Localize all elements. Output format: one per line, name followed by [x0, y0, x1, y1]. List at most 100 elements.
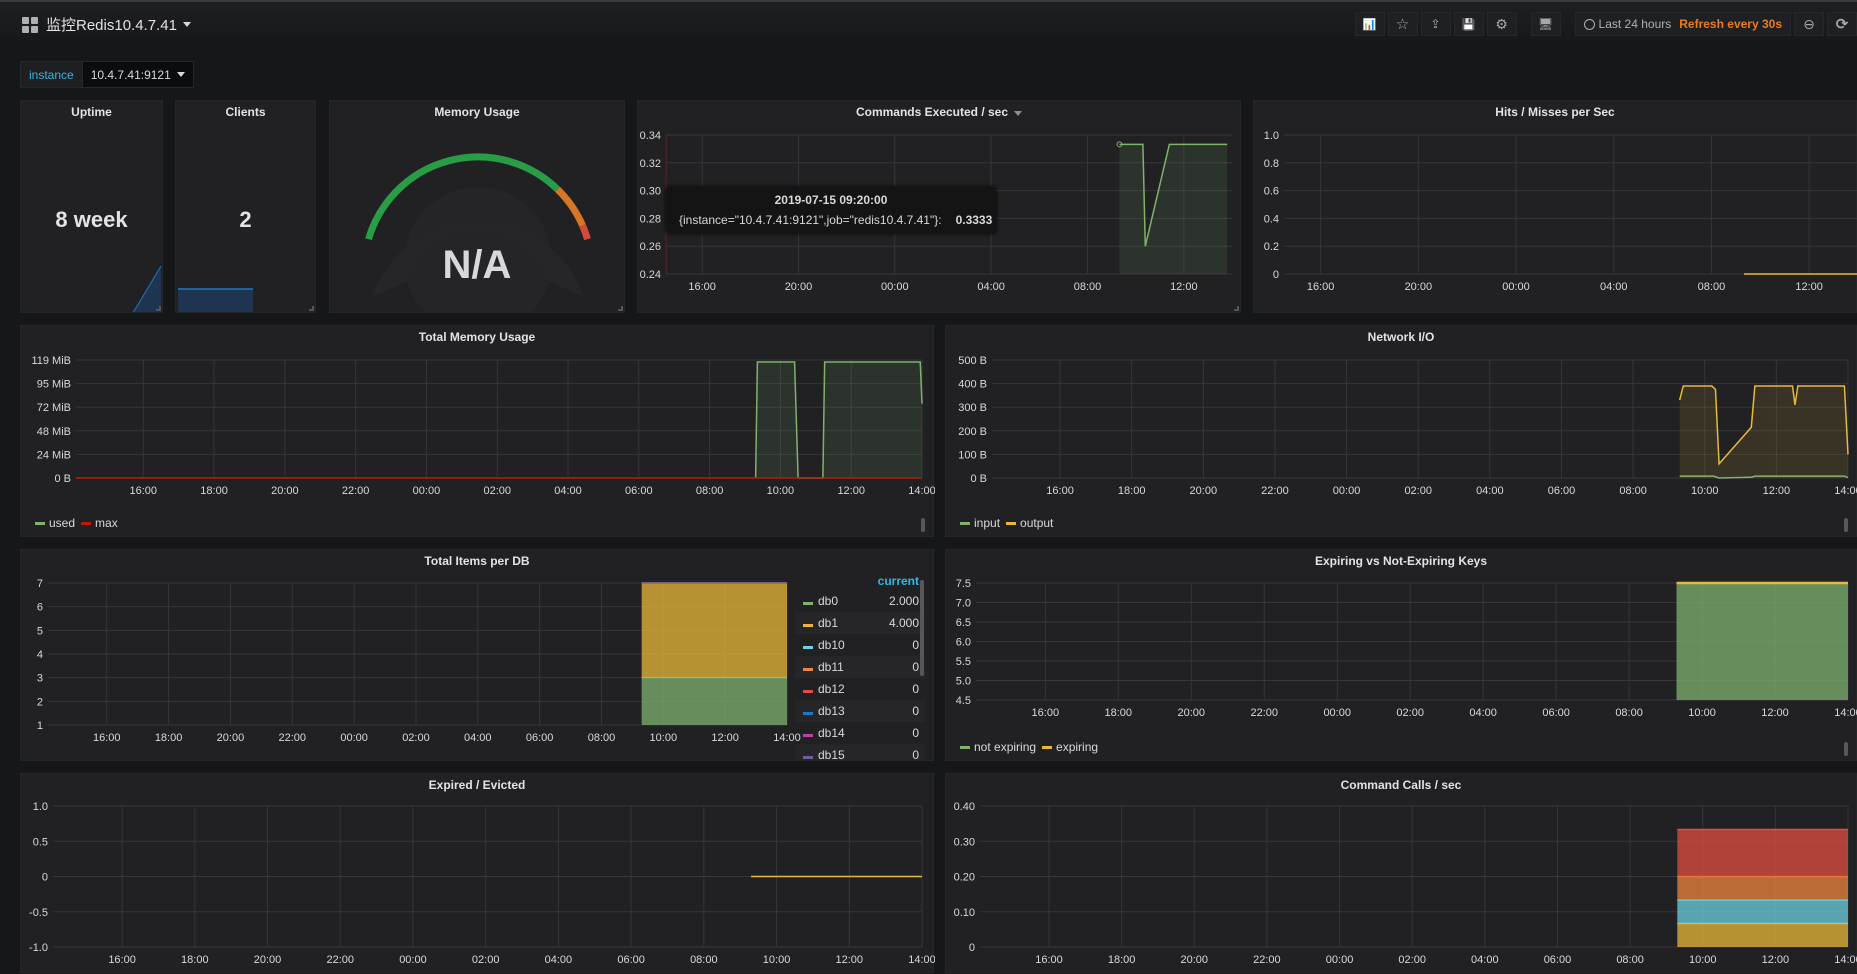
x-tick-label: 06:00: [1544, 954, 1572, 966]
x-tick-label: 04:00: [1469, 707, 1497, 719]
legend-row-db0[interactable]: db0 2.000: [795, 590, 925, 612]
x-tick-label: 18:00: [1108, 954, 1136, 966]
legend-series-name: db0: [818, 594, 839, 608]
x-tick-label: 10:00: [767, 485, 795, 497]
y-tick-label: 0.28: [640, 213, 661, 225]
monitor-icon: 🖥: [1537, 17, 1554, 31]
variable-value: 10.4.7.41:9121: [90, 67, 171, 82]
legend-row-db15[interactable]: db15 0: [795, 744, 925, 761]
legend-series-name: db1: [818, 616, 839, 630]
panel-expiring-keys[interactable]: Expiring vs Not-Expiring Keys 4.5 5.0 5.5 6…: [945, 549, 1857, 761]
series-area-cmd3: [1677, 876, 1848, 900]
legend-scrollbar[interactable]: [920, 580, 924, 676]
x-tick-label: 12:00: [836, 954, 864, 966]
legend-item-max[interactable]: max: [81, 516, 118, 530]
y-tick-label: 0.34: [640, 130, 661, 142]
y-tick-label: 0 B: [54, 473, 71, 485]
variable-dropdown-instance[interactable]: 10.4.7.41:9121: [81, 61, 194, 88]
y-tick-label: -1.0: [29, 942, 48, 954]
x-tick-label: 00:00: [1333, 485, 1361, 497]
add-panel-button[interactable]: 📊: [1354, 12, 1385, 36]
panel-expired-evicted[interactable]: Expired / Evicted -1.0 -0.5 0 0.5 1.0 16:00 18…: [20, 773, 935, 973]
dashboard-title-picker[interactable]: 监控Redis10.4.7.41: [22, 14, 191, 35]
share-button[interactable]: ⇪: [1420, 12, 1451, 36]
panel-network-io[interactable]: Network I/O 0 B 100 B 200 B 300 B 400 B 500 B…: [945, 325, 1857, 537]
legend-series-name: db11: [818, 660, 844, 674]
x-tick-label: 04:00: [1600, 281, 1628, 293]
x-tick-label: 14:00: [908, 485, 935, 497]
zoom-out-button[interactable]: ⊖: [1794, 12, 1824, 36]
legend-scrollbar[interactable]: [1844, 518, 1848, 532]
legend-swatch: [803, 734, 813, 737]
panel-resize-handle[interactable]: [1234, 306, 1239, 311]
legend-row-db13[interactable]: db13 0: [795, 700, 925, 722]
panel-uptime[interactable]: Uptime 8 week: [20, 100, 163, 313]
x-tick-label: 04:00: [1471, 954, 1499, 966]
panel-command-calls[interactable]: Command Calls / sec 0 0.10 0.20 0.30 0.40 16:…: [945, 773, 1857, 973]
series-area-not-expiring: [1676, 583, 1848, 700]
panel-resize-handle[interactable]: [618, 306, 623, 311]
x-tick-label: 22:00: [279, 732, 307, 744]
y-tick-label: 0.32: [640, 158, 661, 170]
panel-items-per-db[interactable]: Total Items per DB 1 2 3 4 5 6 7 16:00 18:00 20:0…: [20, 549, 934, 761]
panel-total-memory[interactable]: Total Memory Usage 0 B 24 MiB 48 MiB 72 MiB…: [20, 325, 935, 537]
panel-resize-handle[interactable]: [156, 306, 161, 311]
x-tick-label: 20:00: [1190, 485, 1218, 497]
legend-item-not-expiring[interactable]: not expiring: [960, 740, 1036, 754]
legend-scrollbar[interactable]: [921, 518, 925, 532]
gear-icon: ⚙: [1495, 15, 1508, 32]
x-tick-label: 22:00: [1261, 485, 1289, 497]
legend-row-db14[interactable]: db14 0: [795, 722, 925, 744]
legend-column-current[interactable]: current: [795, 570, 925, 590]
time-picker-button[interactable]: Last 24 hours Refresh every 30s: [1574, 12, 1791, 36]
dashboard-grid-icon: [22, 16, 38, 33]
legend-swatch: [803, 602, 813, 605]
y-tick-label: 24 MiB: [37, 449, 71, 461]
save-button[interactable]: 💾: [1453, 12, 1484, 36]
settings-button[interactable]: ⚙: [1486, 12, 1517, 36]
navbar-buttons: 📊 ☆ ⇪ 💾 ⚙ 🖥 Last 24 hours Refresh every …: [1352, 12, 1857, 36]
x-tick-label: 02:00: [1404, 485, 1432, 497]
star-button[interactable]: ☆: [1387, 12, 1418, 36]
x-tick-label: 06:00: [526, 732, 554, 744]
x-tick-label: 04:00: [977, 281, 1005, 293]
panel-memory-usage[interactable]: Memory Usage N/A: [329, 100, 625, 313]
legend-row-db1[interactable]: db1 4.000: [795, 612, 925, 634]
clock-icon: [1583, 18, 1595, 30]
y-tick-label: 0.8: [1264, 158, 1279, 170]
share-icon: ⇪: [1430, 17, 1441, 31]
legend-series-name: db15: [818, 748, 845, 761]
x-tick-label: 18:00: [155, 732, 183, 744]
legend-row-db10[interactable]: db10 0: [795, 634, 925, 656]
x-tick-label: 14:00: [1834, 707, 1857, 719]
refresh-button[interactable]: ⟳: [1827, 12, 1857, 36]
y-tick-label: 48 MiB: [37, 426, 71, 438]
x-tick-label: 10:00: [1688, 707, 1716, 719]
x-tick-label: 22:00: [1253, 954, 1281, 966]
x-tick-label: 08:00: [588, 732, 616, 744]
panel-commands-executed[interactable]: Commands Executed / sec 0.24 0.26 0.28 0.30…: [637, 100, 1241, 313]
panel-resize-handle[interactable]: [309, 306, 314, 311]
refresh-interval-label: Refresh every 30s: [1679, 17, 1782, 31]
y-tick-label: 72 MiB: [37, 402, 71, 414]
legend-item-output[interactable]: output: [1006, 516, 1053, 530]
legend-swatch: [803, 690, 813, 693]
legend-row-db12[interactable]: db12 0: [795, 678, 925, 700]
legend-item-used[interactable]: used: [35, 516, 75, 530]
legend-current-value: 0: [912, 704, 919, 718]
legend-item-input[interactable]: input: [960, 516, 1000, 530]
y-tick-label: 6.0: [956, 637, 971, 649]
tv-mode-button[interactable]: 🖥: [1530, 12, 1561, 36]
legend-row-db11[interactable]: db11 0: [795, 656, 925, 678]
x-tick-label: 20:00: [1177, 707, 1205, 719]
panel-hits-misses[interactable]: Hits / Misses per Sec 0 0.2 0.4 0.6 0.8 1.0 16…: [1253, 100, 1857, 313]
panel-clients[interactable]: Clients 2: [175, 100, 316, 313]
legend-series-name: db10: [818, 638, 845, 652]
tooltip-series-name: {instance="10.4.7.41:9121",job="redis10.…: [679, 213, 942, 227]
y-tick-label: 1: [37, 720, 43, 732]
legend-item-expiring[interactable]: expiring: [1042, 740, 1098, 754]
x-tick-label: 16:00: [1307, 281, 1335, 293]
legend-scrollbar[interactable]: [1844, 742, 1848, 756]
x-tick-label: 00:00: [1323, 707, 1351, 719]
x-tick-label: 06:00: [1548, 485, 1576, 497]
